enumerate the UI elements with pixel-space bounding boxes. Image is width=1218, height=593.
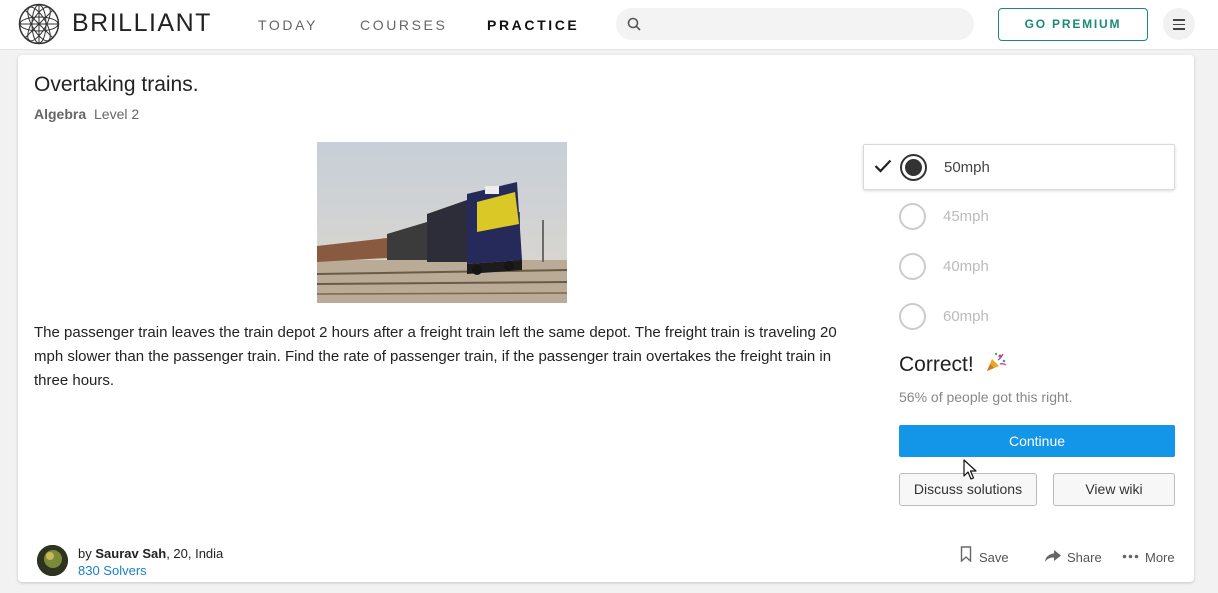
radio-button[interactable] [900,154,927,181]
author-avatar[interactable] [37,545,68,576]
radio-button[interactable] [899,253,926,280]
author-details: , 20, India [166,546,224,561]
nav-link-today[interactable]: TODAY [258,17,318,33]
checkmark-icon [874,159,892,173]
author-byline: by Saurav Sah, 20, India [78,546,223,561]
party-popper-icon [987,352,1007,371]
train-image [317,142,567,303]
menu-icon-bar [1173,28,1185,30]
more-label: More [1145,550,1175,565]
answer-option-45mph[interactable]: 45mph [863,194,1175,240]
problem-statement: The passenger train leaves the train dep… [34,324,837,389]
radio-button[interactable] [899,303,926,330]
solvers-count-link[interactable]: 830 Solvers [78,563,147,578]
brand-name[interactable]: BRILLIANT [72,9,212,38]
save-label: Save [979,550,1009,565]
search-input[interactable] [652,8,962,40]
answer-label: 45mph [943,208,989,225]
top-nav-bar: BRILLIANT TODAY COURSES PRACTICE GO PREM… [0,0,1218,50]
search-bar [616,8,974,40]
byline-prefix: by [78,546,92,561]
nav-link-courses[interactable]: COURSES [360,17,447,33]
menu-icon-bar [1173,23,1185,25]
problem-card: Overtaking trains. Algebra Level 2 The p… [18,55,1194,582]
answer-label: 60mph [943,308,989,325]
save-action[interactable]: Save [960,546,1012,569]
answer-label: 50mph [944,159,990,176]
answer-option-60mph[interactable]: 60mph [863,294,1175,340]
problem-title: Overtaking trains. [34,73,199,96]
hamburger-menu-button[interactable] [1163,8,1195,40]
level-label: Level 2 [94,106,140,122]
go-premium-button[interactable]: GO PREMIUM [998,8,1148,41]
result-heading: Correct! [899,353,974,376]
menu-icon-bar [1173,19,1185,21]
search-icon [627,17,641,31]
brilliant-logo-icon[interactable] [18,3,60,45]
mouse-cursor-icon [963,459,977,480]
success-rate-text: 56% of people got this right. [899,389,1073,405]
answer-option-40mph[interactable]: 40mph [863,244,1175,290]
author-name[interactable]: Saurav Sah [95,546,166,561]
share-icon [1045,550,1061,562]
answer-option-50mph[interactable]: 50mph [863,144,1175,190]
answer-label: 40mph [943,258,989,275]
nav-link-practice[interactable]: PRACTICE [487,17,579,33]
more-dots-icon [1122,554,1139,559]
avatar-image [37,545,68,576]
topic-link[interactable]: Algebra [34,106,86,122]
radio-button[interactable] [899,203,926,230]
share-action[interactable]: Share [1044,549,1102,569]
view-wiki-button[interactable]: View wiki [1053,473,1175,506]
more-action[interactable]: More [1122,549,1176,569]
continue-button[interactable]: Continue [899,425,1175,457]
share-label: Share [1067,550,1102,565]
bookmark-icon [960,546,972,562]
